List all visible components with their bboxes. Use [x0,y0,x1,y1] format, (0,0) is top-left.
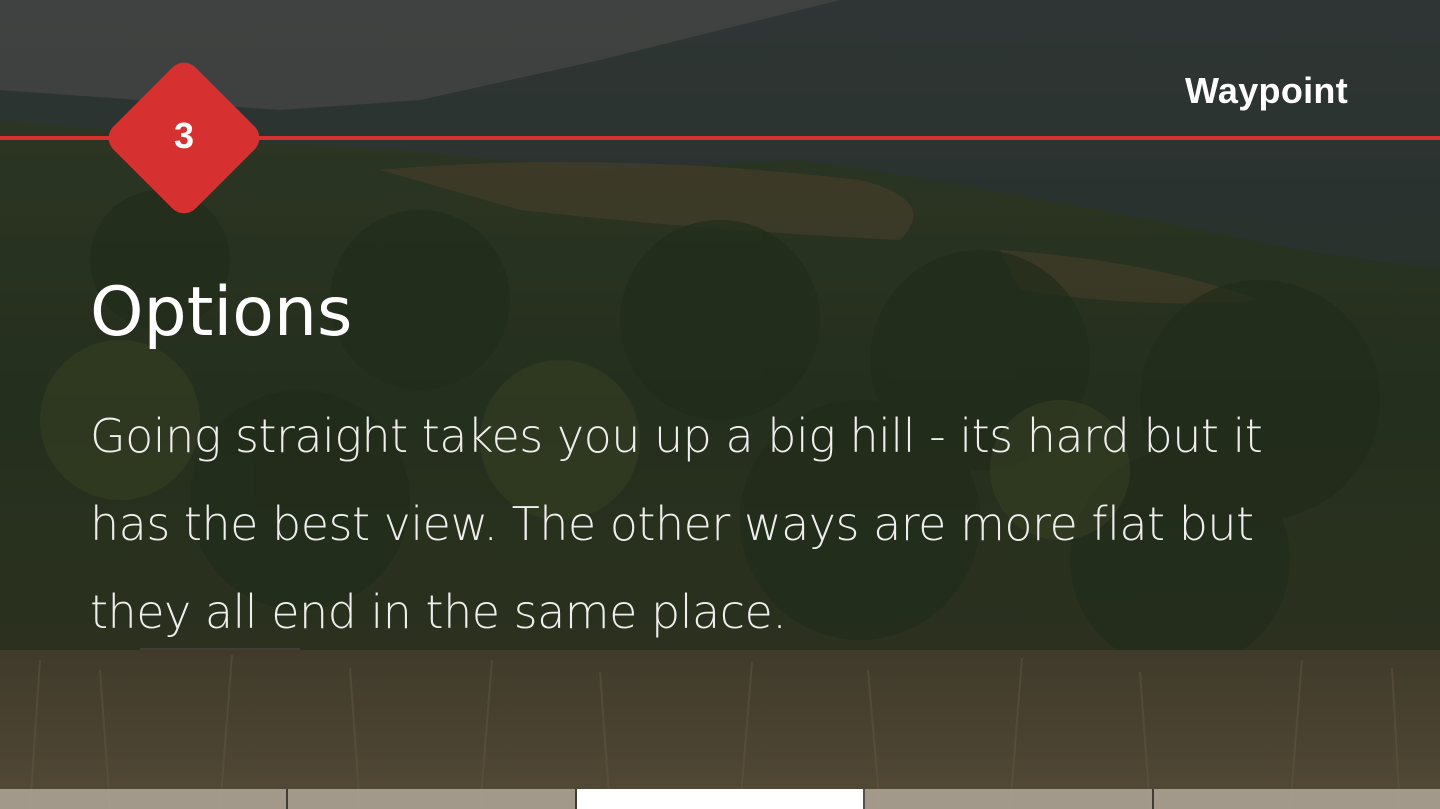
waypoint-screen: 3 Waypoint Options Going straight takes … [0,0,1440,809]
step-badge: 3 [101,55,267,221]
page-title: Options [90,273,353,352]
pager-tab-1[interactable] [0,789,289,809]
pager-tab-3[interactable] [576,789,866,809]
pager-tab-4[interactable] [865,789,1154,809]
pager-tabs [0,789,1440,809]
pager-tab-5[interactable] [1153,789,1440,809]
description-text: Going straight takes you up a big hill -… [90,409,1263,639]
pager-tab-2[interactable] [288,789,577,809]
step-number: 3 [173,115,195,156]
brand-logo: Waypoint [1184,70,1348,111]
